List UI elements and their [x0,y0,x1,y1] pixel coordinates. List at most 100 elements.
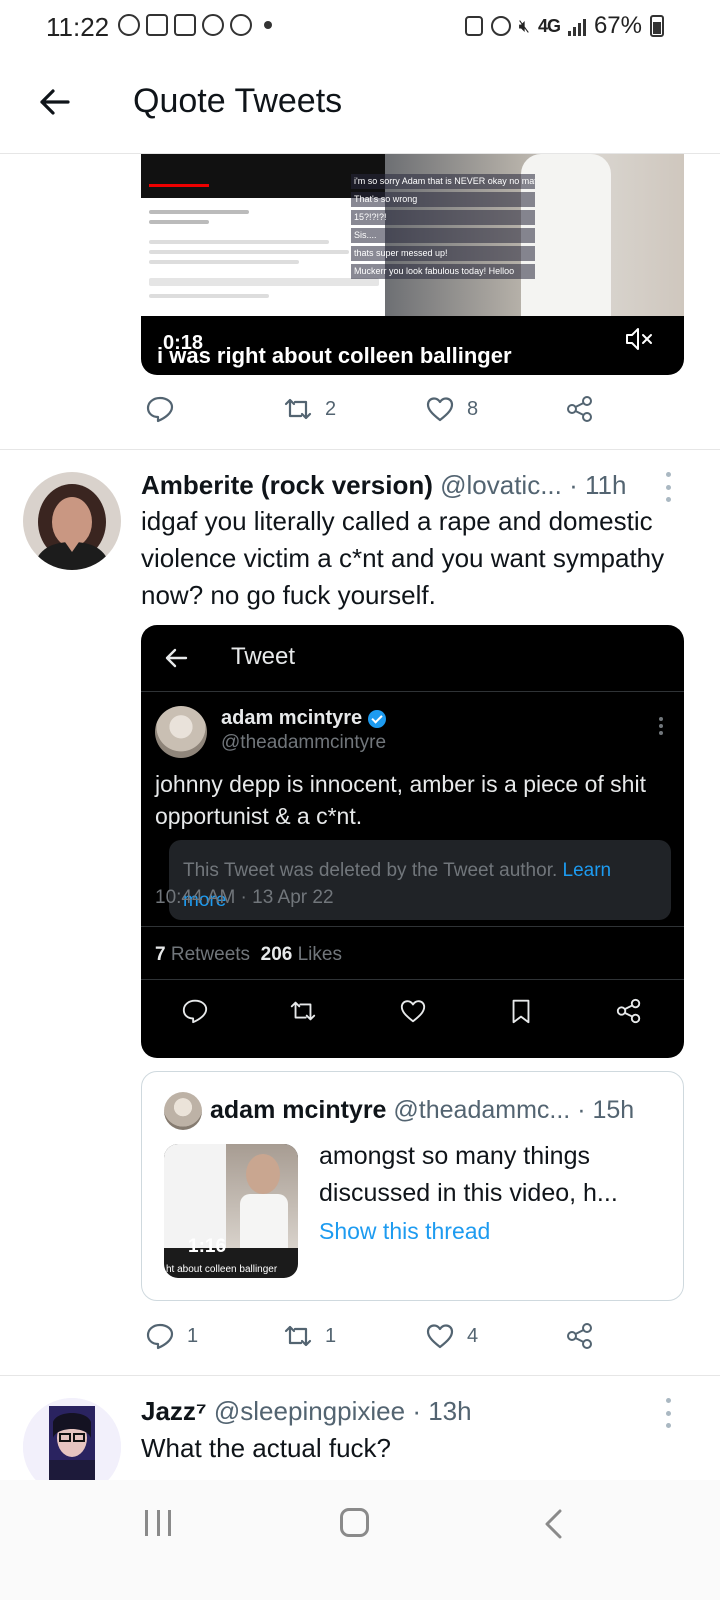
app-header: Quote Tweets [0,56,720,154]
reply-icon [146,1323,174,1350]
share-button[interactable] [565,1321,595,1351]
alarm-icon [490,16,511,36]
tweet-text: idgaf you literally called a rape and do… [141,506,665,610]
retweet-button[interactable]: 2 [283,394,336,424]
screenshot-name: adam mcintyre [221,707,387,730]
video-player[interactable]: i'm so sorry Adam that is NEVER okay no … [141,154,684,375]
show-thread-link[interactable]: Show this thread [319,1218,490,1245]
more-options-icon [658,717,664,735]
video-caption: ht about colleen ballinger [166,1264,278,1275]
screenshot-title: Tweet [231,643,296,670]
retweet-count: 2 [325,397,337,420]
handle: @theadammc... [393,1096,571,1124]
chat-line: Muckerr you look fabulous today! Helloo [351,264,535,279]
more-options-icon[interactable] [664,1398,672,1428]
like-button[interactable]: 8 [425,394,478,424]
timestamp: · 11h [569,470,627,500]
news-icon [174,14,196,36]
video-duration: 0:18 [163,332,204,354]
reply-button[interactable]: 1 [145,1321,198,1351]
reply-count: 1 [187,1324,199,1347]
heart-icon [426,397,454,422]
chat-line: That's so wrong [351,192,535,207]
share-icon [616,998,641,1024]
status-time: 11:22 [46,12,110,42]
quoted-tweet-header: adam mcintyre @theadammc... · 15h [210,1096,634,1125]
quoted-tweet[interactable]: adam mcintyre @theadammc... · 15h 1:16 h… [141,1071,684,1301]
chat-line: Sis.... [351,228,535,243]
screenshot-stats: 7 Retweets 206 Likes [155,944,342,965]
back-arrow-icon[interactable] [34,82,74,122]
heart-icon [400,1000,426,1023]
share-button[interactable] [565,394,595,424]
reply-icon [182,999,208,1024]
chat-line: i'm so sorry Adam that is NEVER okay no … [351,174,535,189]
quoted-tweet-text: amongst so many things discussed in this… [319,1142,618,1207]
retweet-icon [284,398,312,420]
display-name: adam mcintyre [210,1096,387,1124]
display-name[interactable]: Jazz⁷ [141,1396,207,1426]
retweet-icon [284,1325,312,1347]
system-navigation-bar [0,1480,720,1600]
tweet-actions: 1 1 4 [141,1321,611,1361]
tweet-actions: 2 8 [141,394,611,434]
screenshot-handle: @theadammcintyre [221,732,387,753]
tweet-header: Amberite (rock version) @lovatic... · 11… [141,470,626,501]
system-back-icon[interactable] [542,1508,566,1540]
avatar [155,706,207,758]
facebook-icon [146,14,168,36]
chat-line: 15?!?!?! [351,210,535,225]
video-frame-left [141,154,385,316]
handle[interactable]: @lovatic... [440,470,562,500]
avatar[interactable] [23,472,121,570]
battery-icon [650,15,664,37]
smiley-icon [118,14,140,36]
app-icon [230,14,252,36]
mute-toggle-icon[interactable] [624,326,654,352]
timestamp: · 15h [577,1096,635,1124]
bookmark-icon [512,999,530,1024]
screenshot-actions [141,997,684,1031]
back-arrow-icon [165,648,188,668]
retweet-count: 1 [325,1324,337,1347]
more-notifications-icon [264,21,272,29]
more-options-icon[interactable] [664,472,672,502]
like-button[interactable]: 4 [425,1321,478,1351]
tweet-header: Jazz⁷ @sleepingpixiee · 13h [141,1396,472,1427]
share-icon [567,1323,592,1349]
like-count: 8 [467,397,479,420]
heart-icon [426,1324,454,1349]
system-icons: 🔇︎ 4G 67% [464,12,664,40]
divider [0,1375,720,1376]
video-chat-overlay: i'm so sorry Adam that is NEVER okay no … [351,174,535,282]
video-thumbnail[interactable]: 1:16 ht about colleen ballinger [164,1144,298,1278]
display-name[interactable]: Amberite (rock version) [141,470,433,500]
network-type: 4G [537,15,561,36]
verified-badge-icon [368,709,387,728]
recent-apps-icon[interactable] [145,1510,171,1536]
retweet-icon [290,1001,316,1021]
avatar [164,1092,202,1130]
app-icon [202,14,224,36]
reply-icon [146,396,174,423]
screenshot-text: johnny depp is innocent, amber is a piec… [155,771,646,829]
chat-line: thats super messed up! [351,246,535,261]
notification-icons [118,14,272,36]
status-bar: 11:22 🔇︎ 4G 67% [0,0,720,56]
handle[interactable]: @sleepingpixiee [214,1396,405,1426]
page-title: Quote Tweets [133,82,343,120]
lock-icon [464,16,483,36]
battery-percent: 67% [593,12,642,39]
signal-icon [567,16,586,36]
video-caption: i was right about colleen ballinger [157,343,512,368]
share-icon [567,396,592,422]
mute-icon: 🔇︎ [518,15,530,36]
video-duration: 1:16 [188,1236,227,1257]
reply-button[interactable] [145,394,187,424]
like-count: 4 [467,1324,479,1347]
home-icon[interactable] [340,1508,369,1537]
timestamp: · 13h [412,1396,472,1426]
retweet-button[interactable]: 1 [283,1321,336,1351]
tweet-image[interactable]: Tweet adam mcintyre @theadammcintyre joh… [141,625,684,1058]
tweet-text: What the actual fuck? [141,1433,392,1463]
